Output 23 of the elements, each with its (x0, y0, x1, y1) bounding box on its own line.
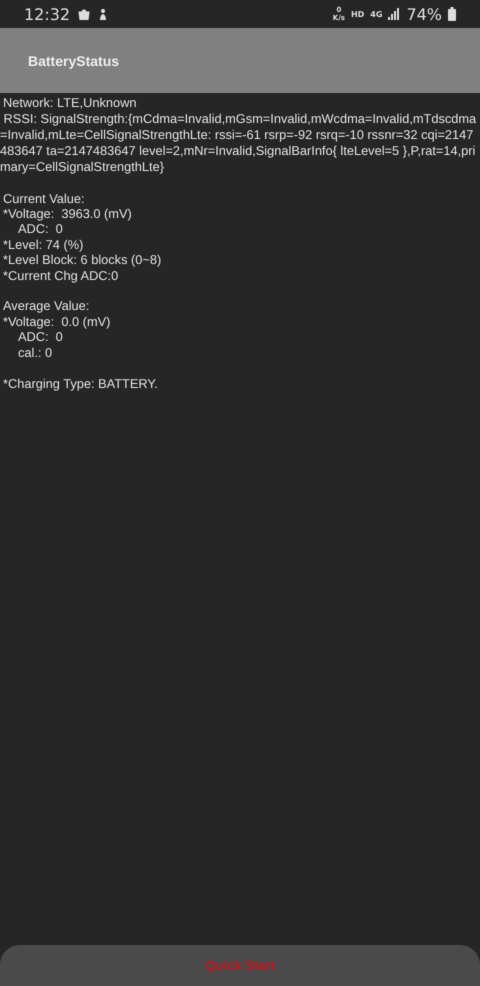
section-heading: Current Value: (2, 190, 86, 206)
signal-icon (388, 8, 400, 20)
info-line: ADC: 0 (17, 221, 64, 237)
app-title: BatteryStatus (28, 52, 120, 68)
network-type: 4G (370, 10, 382, 18)
quick-start-button[interactable]: Quick Start (0, 945, 480, 986)
battery-icon (448, 7, 456, 21)
network-text: Network: LTE,Unknown (2, 95, 138, 111)
info-line: *Voltage: 0.0 (mV) (2, 314, 112, 330)
info-line: *Charging Type: BATTERY. (2, 376, 159, 391)
clock-time: 12:32 (24, 4, 70, 24)
info-line: *Level Block: 6 blocks (0~8) (2, 252, 162, 268)
info-line: *Level: 74 (%) (2, 236, 84, 252)
info-line: cal.: 0 (17, 344, 54, 360)
battery-percent: 74% (406, 4, 442, 24)
hd-label: HD (350, 10, 364, 18)
bag-icon (78, 8, 90, 20)
rssi-text: RSSI: SignalStrength:{mCdma=Invalid,mGsm=Invalid,mWcdma=Invalid,mTdscdma=Invalid,mLte=CellSignalStrengthLte: rssi=-61 rsrp=-92 rsrq=-10 rssnr=32 cqi=2147483647 ta=2147483647 level=2,mNr=Invalid,SignalBarInfo{ lteLevel=5 },P,rat=14,primary=CellSignalStrengthLte} (0, 111, 478, 175)
section-heading: Average Value: (2, 298, 90, 314)
figure-icon (98, 8, 108, 20)
info-line: *Current Chg ADC:0 (2, 268, 120, 283)
info-line: *Voltage: 3963.0 (mV) (2, 206, 133, 222)
info-line: ADC: 0 (17, 329, 64, 345)
